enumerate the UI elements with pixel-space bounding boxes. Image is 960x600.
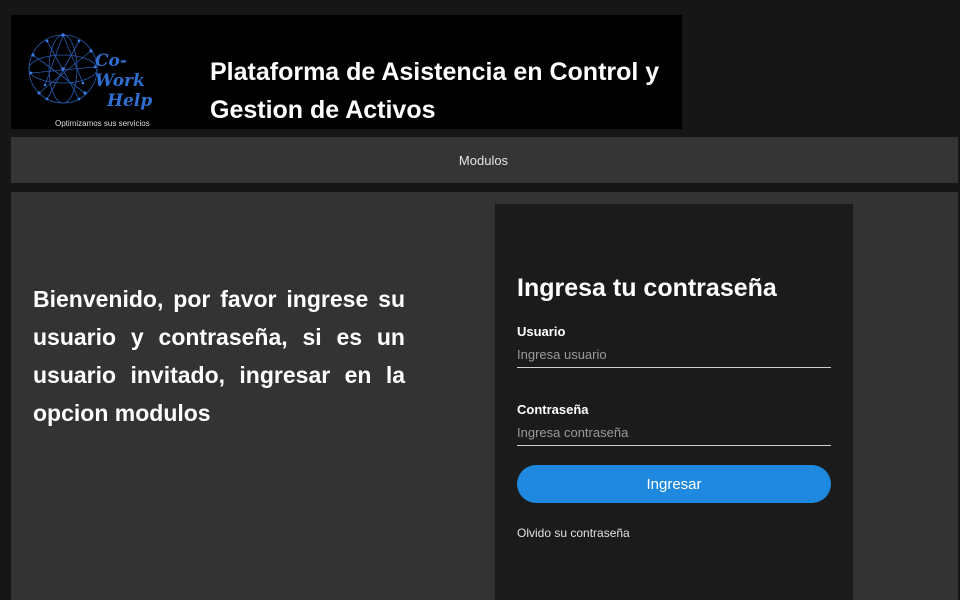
logo-wordmark: Co-Work Help <box>95 51 155 111</box>
page-title: Plataforma de Asistencia en Control y Ge… <box>210 58 660 124</box>
welcome-message: Bienvenido, por favor ingrese su usuario… <box>33 286 405 426</box>
login-card: Ingresa tu contraseña Usuario Contraseña… <box>495 204 853 600</box>
logo-line-1: Co-Work <box>95 51 145 91</box>
login-title: Ingresa tu contraseña <box>517 274 777 302</box>
password-input[interactable] <box>517 419 831 446</box>
login-button[interactable]: Ingresar <box>517 465 831 503</box>
site-header: Co-Work Help Optimizamos sus servicios P… <box>11 15 682 129</box>
nav-link-modulos[interactable]: Modulos <box>459 153 508 168</box>
logo-slogan: Optimizamos sus servicios <box>55 119 150 128</box>
username-label: Usuario <box>517 324 566 339</box>
password-label: Contraseña <box>517 402 589 417</box>
brand-logo[interactable]: Co-Work Help Optimizamos sus servicios <box>25 27 155 128</box>
main-content: Bienvenido, por favor ingrese su usuario… <box>11 192 958 600</box>
logo-line-2: Help <box>107 91 153 111</box>
top-navbar: Modulos <box>11 137 958 183</box>
forgot-password-link[interactable]: Olvido su contraseña <box>517 526 630 540</box>
username-input[interactable] <box>517 341 831 368</box>
